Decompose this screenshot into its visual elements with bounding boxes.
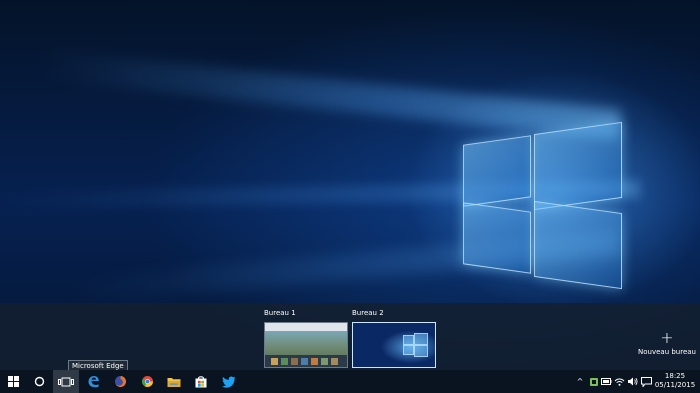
desktop-2-label: Bureau 2 xyxy=(352,309,384,317)
show-hidden-icons-button[interactable]: ^ xyxy=(574,370,586,393)
speaker-icon xyxy=(628,377,638,386)
tray-app-button[interactable] xyxy=(587,370,600,393)
desktop-1[interactable]: Bureau 1 xyxy=(264,309,348,368)
thumbnail-tile xyxy=(271,358,278,365)
thumbnail-tile xyxy=(281,358,288,365)
thumbnail-logo-pane xyxy=(403,345,414,355)
desktop-2[interactable]: Bureau 2 xyxy=(352,309,436,368)
wifi-icon xyxy=(614,378,625,386)
logo-pane xyxy=(534,200,622,290)
edge-icon xyxy=(88,376,99,388)
battery-button[interactable] xyxy=(600,370,613,393)
windows-logo-icon xyxy=(7,376,19,387)
taskbar-app-twitter[interactable] xyxy=(216,370,242,393)
chrome-icon xyxy=(141,376,153,387)
battery-icon xyxy=(601,378,612,385)
taskbar: ^ 18:25 05/11/2015 xyxy=(0,370,700,393)
taskbar-app-file-explorer[interactable] xyxy=(161,370,187,393)
start-button[interactable] xyxy=(0,370,26,393)
thumbnail-tile xyxy=(321,358,328,365)
light-beam xyxy=(41,49,622,140)
logo-pane xyxy=(463,135,531,207)
desktop-1-thumbnail[interactable] xyxy=(264,322,348,368)
thumbnail-logo-pane xyxy=(414,345,428,357)
clock-date: 05/11/2015 xyxy=(654,381,696,389)
notification-icon xyxy=(641,376,652,387)
volume-button[interactable] xyxy=(626,370,639,393)
task-view-icon xyxy=(58,377,74,386)
action-center-button[interactable] xyxy=(640,370,653,393)
thumbnail-tile xyxy=(301,358,308,365)
new-desktop-button[interactable]: + Nouveau bureau xyxy=(636,328,698,357)
taskbar-app-store[interactable] xyxy=(188,370,214,393)
clock-time: 18:25 xyxy=(664,372,686,380)
task-view-button[interactable] xyxy=(53,370,79,393)
taskbar-app-firefox[interactable] xyxy=(107,370,133,393)
taskbar-app-chrome[interactable] xyxy=(134,370,160,393)
logo-pane xyxy=(463,202,531,274)
logo-pane xyxy=(534,121,622,211)
folder-icon xyxy=(167,377,181,387)
wifi-button[interactable] xyxy=(613,370,626,393)
cortana-circle-icon xyxy=(34,376,44,387)
thumbnail-tile xyxy=(311,358,318,365)
chevron-up-icon: ^ xyxy=(576,377,584,386)
desktop-2-thumbnail[interactable] xyxy=(352,322,436,368)
store-icon xyxy=(195,376,207,388)
thumbnail-logo-pane xyxy=(403,335,414,345)
thumbnail-tile xyxy=(331,358,338,365)
cortana-button[interactable] xyxy=(26,370,52,393)
plus-icon: + xyxy=(660,328,674,347)
thumbnail-tile xyxy=(291,358,298,365)
desktop-1-label: Bureau 1 xyxy=(264,309,296,317)
firefox-icon xyxy=(114,376,126,387)
tray-app-icon xyxy=(589,377,598,386)
new-desktop-label: Nouveau bureau xyxy=(638,348,696,356)
thumbnail-logo-pane xyxy=(414,333,428,345)
twitter-icon xyxy=(222,375,236,388)
taskbar-app-edge[interactable] xyxy=(80,370,106,393)
clock-button[interactable]: 18:25 05/11/2015 xyxy=(654,372,696,390)
